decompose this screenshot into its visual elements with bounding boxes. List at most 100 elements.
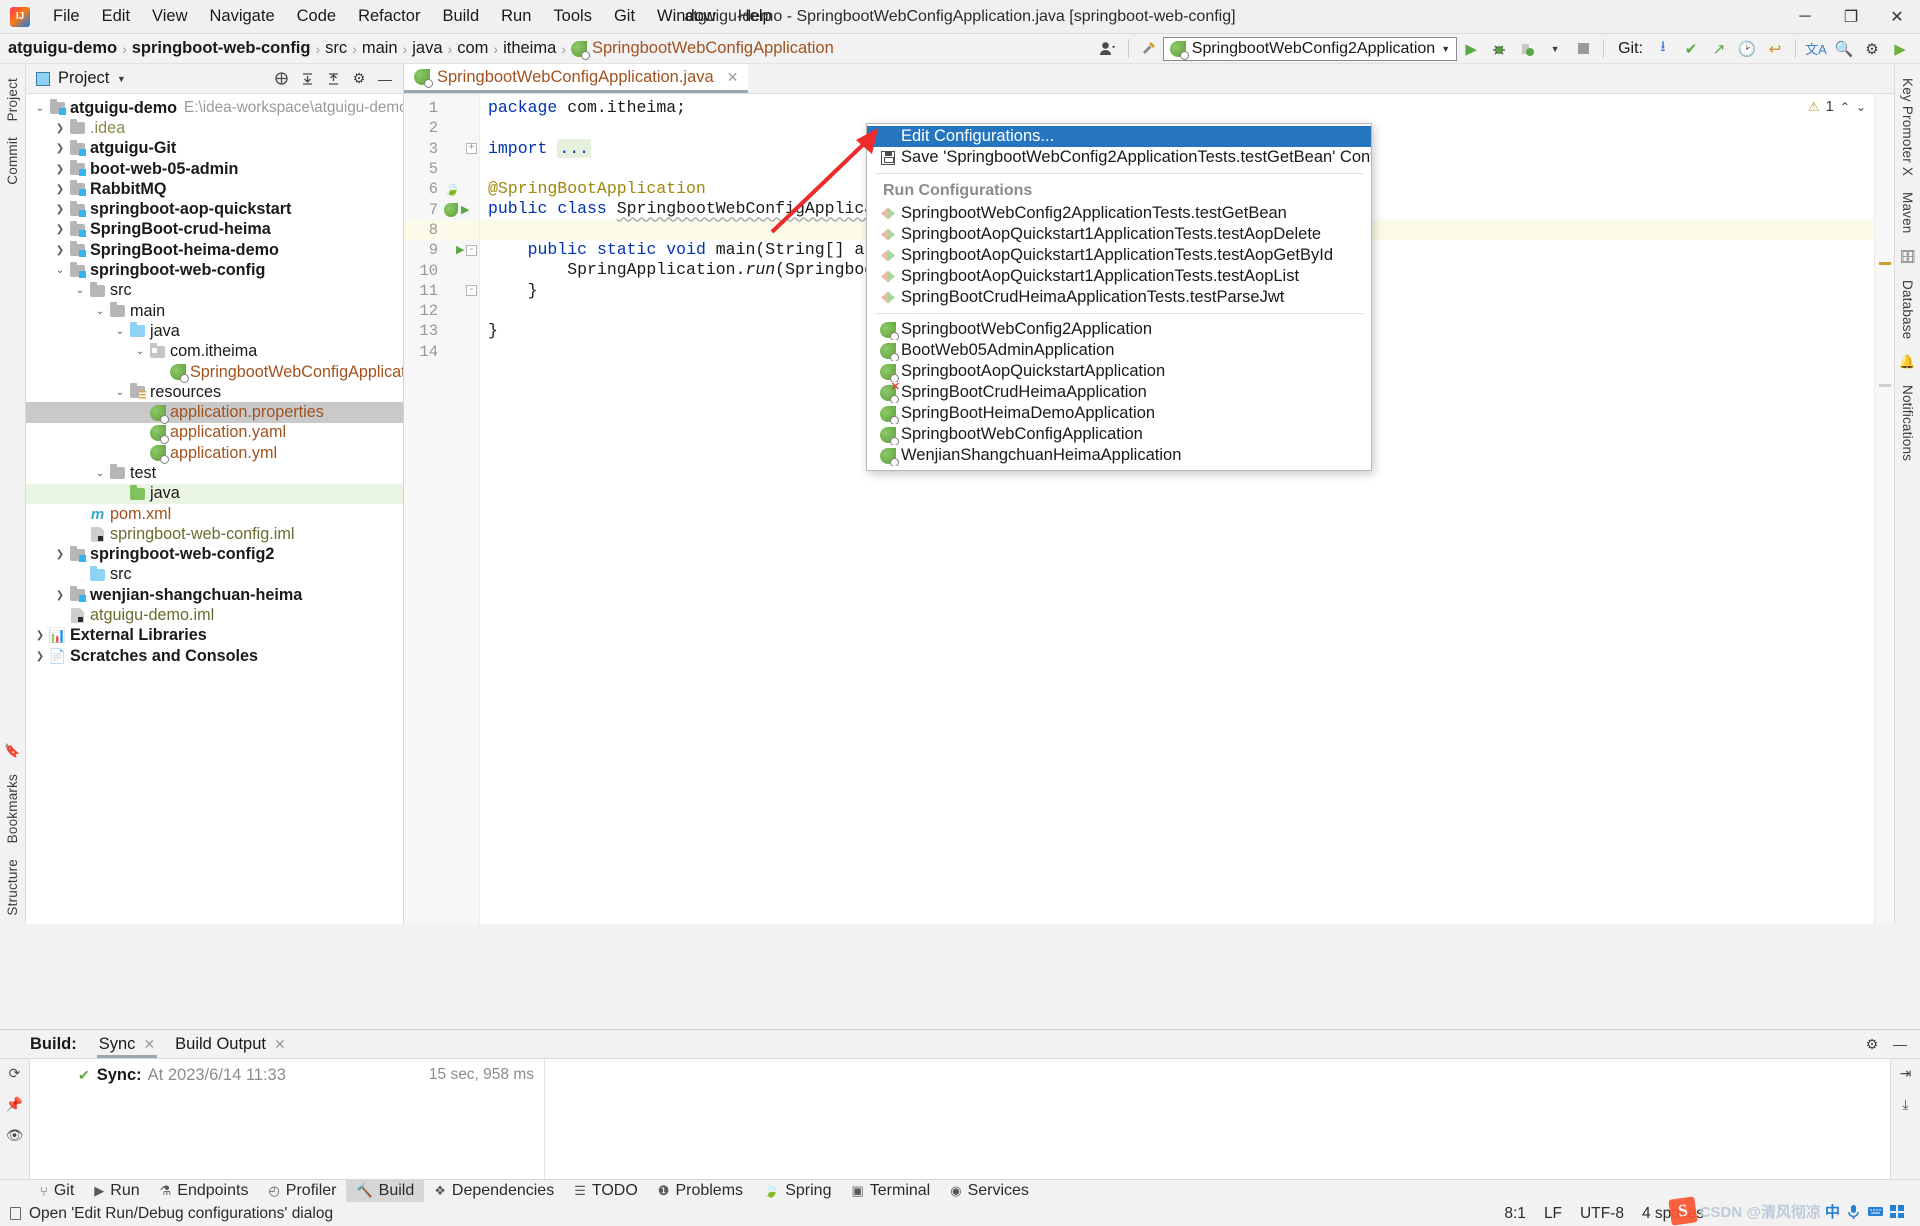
spring-bean-gutter-icon[interactable]: 🍃 (444, 182, 460, 197)
tree-node-springbootwebconfigapplication[interactable]: SpringbootWebConfigApplication (26, 362, 403, 383)
pin-icon[interactable]: 📌 (6, 1096, 23, 1113)
build-events-tree[interactable]: ✔ Sync: At 2023/6/14 11:33 15 sec, 958 m… (30, 1059, 545, 1179)
tree-node-application-properties[interactable]: application.properties (26, 402, 403, 424)
chevron-down-icon[interactable]: ▼ (1441, 44, 1450, 54)
expand-all-icon[interactable] (295, 67, 319, 91)
gutter-line[interactable]: 6 🍃 (404, 179, 479, 199)
build-output-pane[interactable] (545, 1059, 1890, 1179)
chevron-right-icon[interactable]: ❯ (52, 123, 68, 134)
tool-window-button-problems[interactable]: ❶ Problems (648, 1180, 753, 1203)
tool-window-button-build[interactable]: 🔨 Build (346, 1179, 425, 1203)
menu-build[interactable]: Build (431, 3, 490, 30)
close-icon[interactable]: ✕ (274, 1036, 286, 1053)
debug-icon[interactable] (1485, 36, 1513, 62)
menu-window[interactable]: Window (646, 3, 727, 30)
gutter-line[interactable]: 11 - (404, 281, 479, 301)
tool-window-bar[interactable]: ⑂ Git ▶ Run ⚗ Endpoints ◴ Profiler 🔨 Build ❖ Depend… (0, 1179, 1920, 1203)
maximize-button[interactable]: ❐ (1828, 0, 1874, 34)
tree-node-springboot-web-config[interactable]: ⌄ springboot-web-config (26, 260, 403, 280)
gutter-line[interactable]: 8 (404, 219, 479, 241)
tree-node-springboot-web-config2[interactable]: ❯ springboot-web-config2 (26, 545, 403, 565)
dropdown-top-items[interactable]: Edit Configurations... Save 'SpringbootWe… (867, 126, 1371, 168)
close-button[interactable]: ✕ (1874, 0, 1920, 34)
ime-indicator[interactable]: 中 (1825, 1201, 1906, 1222)
run-icon[interactable]: ▶ (461, 203, 469, 217)
collapse-all-icon[interactable] (321, 67, 345, 91)
chevron-right-icon[interactable]: ❯ (52, 224, 68, 235)
gutter-line[interactable]: 2 (404, 118, 479, 138)
chevron-right-icon[interactable]: ❯ (52, 164, 68, 175)
rerun-icon[interactable]: ⟳ (9, 1065, 21, 1082)
dropdown-item-springbootaopquickstart1applicationtests-testaopdele[interactable]: SpringbootAopQuickstart1ApplicationTests… (867, 224, 1371, 245)
ime-keyboard-icon[interactable] (1867, 1203, 1884, 1220)
build-right-actions[interactable]: ⇥ ⤓ (1890, 1059, 1920, 1179)
tool-window-button-run[interactable]: ▶ Run (84, 1180, 149, 1203)
tree-node-src[interactable]: ⌄ src (26, 281, 403, 301)
gutter-line[interactable]: 12 (404, 301, 479, 321)
breadcrumb-itheima[interactable]: itheima (503, 39, 556, 58)
more-run-options-icon[interactable]: ▼ (1541, 36, 1569, 62)
tree-node-pom-xml[interactable]: m pom.xml (26, 504, 403, 524)
navbar-toolbar[interactable]: SpringbootWebConfig2Application ▼ ▶ ▼ Gi… (1094, 36, 1920, 62)
breadcrumb-src[interactable]: src (325, 39, 347, 58)
breadcrumb-java[interactable]: java (412, 39, 442, 58)
tree-node-springboot-aop-quickstart[interactable]: ❯ springboot-aop-quickstart (26, 199, 403, 219)
dropdown-item-wenjianshangchuanheimaapplication[interactable]: WenjianShangchuanHeimaApplication (867, 445, 1371, 466)
tree-node-atguigu-demo[interactable]: ⌄ atguigu-demo E:\idea-workspace\atguigu-d… (26, 98, 403, 118)
menu-git[interactable]: Git (603, 3, 646, 30)
menu-bar[interactable]: File Edit View Navigate Code Refactor Bu… (42, 3, 783, 30)
tool-button-bookmarks[interactable]: Bookmarks (5, 774, 20, 843)
ime-mic-icon[interactable] (1845, 1203, 1862, 1220)
tree-node-idea[interactable]: ❯ .idea (26, 118, 403, 138)
close-icon[interactable]: ✕ (727, 69, 739, 86)
chevron-right-icon[interactable]: ❯ (52, 549, 68, 560)
run-with-coverage-icon[interactable] (1513, 36, 1541, 62)
tool-button-project[interactable]: Project (5, 78, 20, 121)
tool-window-button-dependencies[interactable]: ❖ Dependencies (424, 1180, 564, 1203)
inspection-stripe[interactable] (1874, 94, 1894, 924)
build-tab-build-output[interactable]: Build Output ✕ (165, 1030, 296, 1058)
gutter-line[interactable]: 10 (404, 260, 479, 280)
chevron-right-icon[interactable]: ❯ (32, 651, 48, 662)
chevron-right-icon[interactable]: ❯ (52, 184, 68, 195)
window-controls[interactable]: ─ ❐ ✕ (1782, 0, 1920, 34)
chevron-down-icon[interactable]: ⌄ (72, 285, 88, 296)
dropdown-item-springbootaopquickstartapplication[interactable]: SpringbootAopQuickstartApplication (867, 361, 1371, 382)
gutter-line[interactable]: 13 (404, 321, 479, 341)
stripe-mark[interactable] (1879, 262, 1891, 265)
tool-button-notifications[interactable]: Notifications (1900, 385, 1915, 461)
menu-file[interactable]: File (42, 3, 91, 30)
tree-node-application-yaml[interactable]: application.yaml (26, 423, 403, 444)
gutter-line[interactable]: 7 ▶ (404, 199, 479, 219)
dropdown-item-springbootcrudheimaapplicationtests-testparsejwt[interactable]: SpringBootCrudHeimaApplicationTests.test… (867, 287, 1371, 308)
spring-run-gutter-icon[interactable] (444, 202, 458, 217)
breadcrumb-atguigu-demo[interactable]: atguigu-demo (8, 39, 117, 58)
tree-node-wenjian-shangchuan-heima[interactable]: ❯ wenjian-shangchuan-heima (26, 585, 403, 605)
close-icon[interactable]: ✕ (143, 1036, 155, 1053)
tree-node-atguigu-demo-iml[interactable]: atguigu-demo.iml (26, 605, 403, 625)
tool-button-database[interactable]: Database (1900, 280, 1915, 339)
chevron-down-icon[interactable]: ⌄ (92, 468, 108, 479)
tree-node-rabbitmq[interactable]: ❯ RabbitMQ (26, 179, 403, 199)
build-tab-sync[interactable]: Sync ✕ (89, 1030, 165, 1058)
hide-icon[interactable]: — (1888, 1032, 1912, 1056)
chevron-right-icon[interactable]: ❯ (32, 630, 48, 641)
search-everywhere-icon[interactable]: 🔍 (1830, 36, 1858, 62)
rollback-icon[interactable]: ↩ (1761, 36, 1789, 62)
minimize-button[interactable]: ─ (1782, 0, 1828, 34)
dropdown-item-springbootwebconfig2applicationtests-testgetbean[interactable]: SpringbootWebConfig2ApplicationTests.tes… (867, 203, 1371, 224)
push-icon[interactable]: ↗ (1705, 36, 1733, 62)
chevron-up-icon[interactable]: ⌃ (1840, 100, 1850, 114)
build-side-actions[interactable]: ⟳ 📌 👁 (0, 1059, 30, 1179)
tool-window-button-endpoints[interactable]: ⚗ Endpoints (150, 1180, 259, 1203)
breadcrumb-springboot-web-config[interactable]: springboot-web-config (132, 39, 311, 58)
tool-window-button-services[interactable]: ◉ Services (940, 1180, 1039, 1203)
menu-run[interactable]: Run (490, 3, 542, 30)
dropdown-item-springbootwebconfig2application[interactable]: SpringbootWebConfig2Application (867, 319, 1371, 340)
chevron-down-icon[interactable]: ⌄ (92, 306, 108, 317)
editor-gutter[interactable]: 1 2 3 +5 6 🍃 7 ▶ 8 9 ▶ -10 11-12 13 14 (404, 94, 480, 924)
scroll-to-end-icon[interactable]: ⤓ (1902, 1096, 1908, 1113)
code-line[interactable]: package com.itheima; (480, 98, 1874, 118)
breadcrumb-com[interactable]: com (457, 39, 488, 58)
dropdown-item-edit-configurations[interactable]: Edit Configurations... (867, 126, 1371, 147)
